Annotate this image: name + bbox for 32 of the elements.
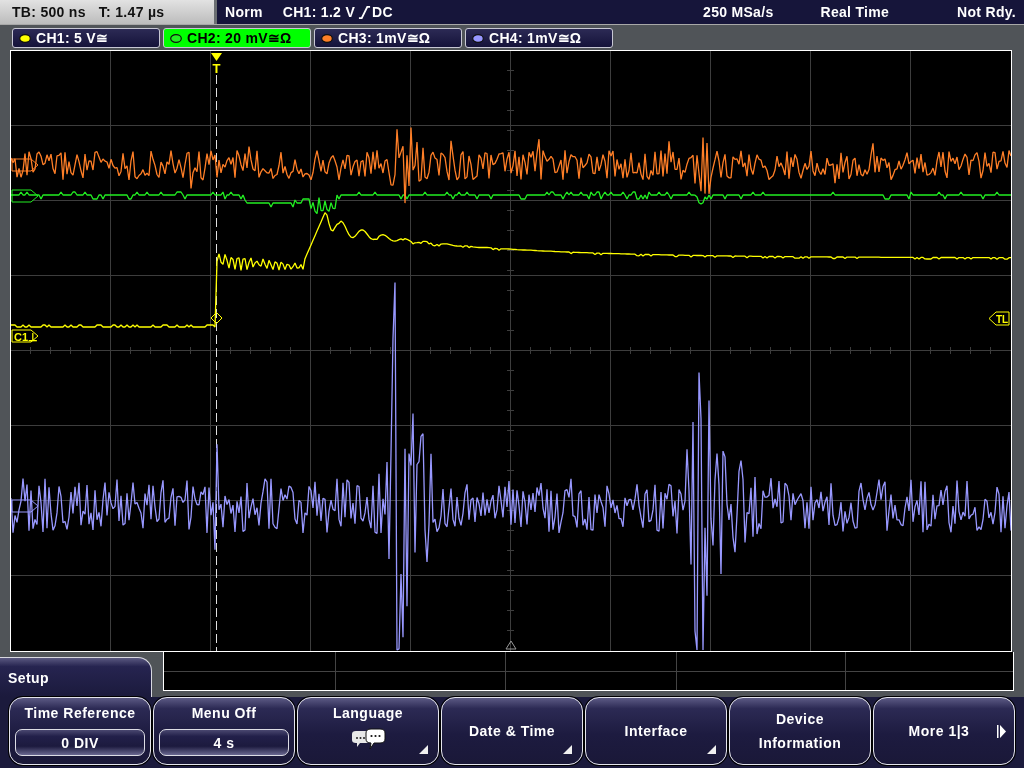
- corner-triangle-icon: [707, 745, 716, 754]
- speech-bubbles-icon: [350, 728, 386, 750]
- softkey-button[interactable]: More 1|3: [873, 697, 1015, 765]
- trigger-source: CH1: 1.2 V: [282, 4, 355, 20]
- channel-tab[interactable]: CH2: 20 mV≅Ω: [163, 28, 311, 48]
- trigger-level-marker: TL: [988, 311, 1010, 326]
- softkey-button[interactable]: Device Information: [729, 697, 871, 765]
- trigger-coupling: DC: [372, 4, 393, 20]
- time-reference-triangle-icon: [505, 640, 517, 650]
- channel-marker: C1⊥: [11, 329, 39, 343]
- acquisition-mode: Real Time: [820, 4, 890, 20]
- trigger-mode: Norm: [225, 4, 263, 20]
- corner-triangle-icon: [563, 745, 572, 754]
- menu-heading: Setup: [0, 657, 152, 697]
- channel-tab[interactable]: CH4: 1mV≅Ω: [465, 28, 613, 48]
- value-display: 0 DIV: [15, 729, 145, 756]
- value-display: 4 s: [159, 729, 289, 756]
- channel-tab[interactable]: CH1: 5 V≅: [12, 28, 160, 48]
- softkey-button[interactable]: Time Reference 0 DIV: [9, 697, 151, 765]
- trigger-time-readout: T: 1.47 µs: [98, 4, 165, 20]
- softkey-button[interactable]: Interface: [585, 697, 727, 765]
- sample-rate: 250 MSa/s: [703, 4, 774, 20]
- right-triangle-icon: [997, 725, 1006, 738]
- status-readout: Not Rdy.: [957, 4, 1016, 20]
- channel-tab[interactable]: CH3: 1mV≅Ω: [314, 28, 462, 48]
- rising-edge-icon: [358, 5, 371, 19]
- timebase-readout: TB: 500 ns: [12, 4, 86, 20]
- softkey-button[interactable]: Menu Off 4 s: [153, 697, 295, 765]
- corner-triangle-icon: [419, 745, 428, 754]
- softkey-button[interactable]: Date & Time: [441, 697, 583, 765]
- softkey-button[interactable]: Language: [297, 697, 439, 765]
- trigger-level-diamond-icon: [210, 312, 223, 324]
